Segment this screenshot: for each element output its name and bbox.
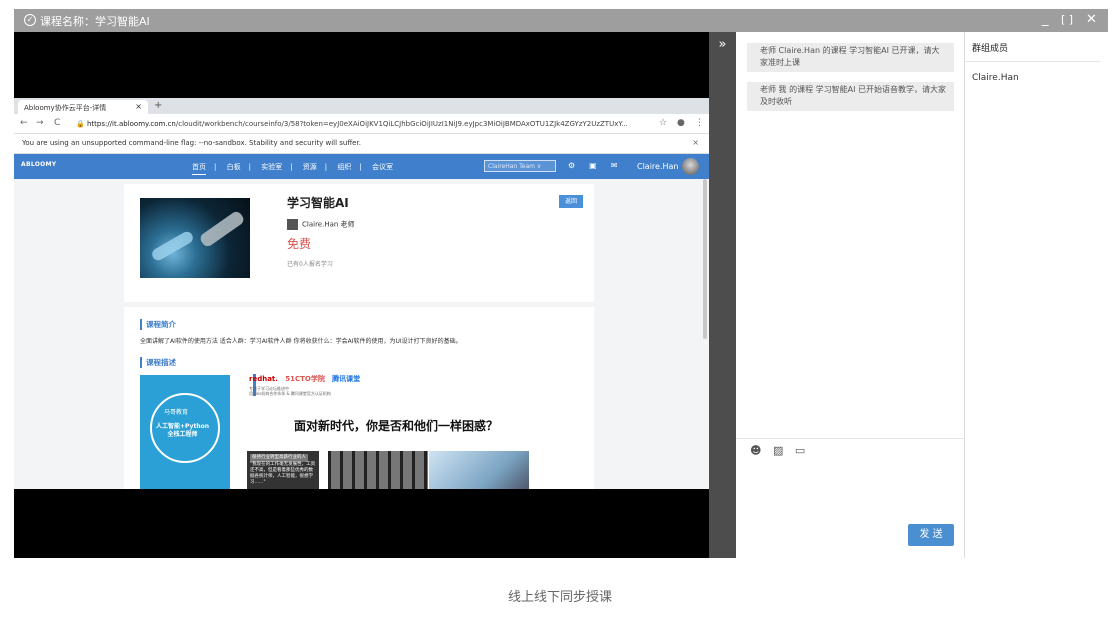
- shared-browser-screenshot: Abloomy协作云平台-详情 × + ← → C 🔒 https://it.a…: [14, 98, 709, 489]
- maximize-button[interactable]: [ ]: [1061, 13, 1073, 26]
- nav-icons: ⚙ ▣ ✉: [568, 161, 631, 170]
- double-chevron-right-icon: »: [718, 37, 727, 52]
- url-field[interactable]: 🔒 https://it.abloomy.com.cn/cloudit/work…: [76, 117, 656, 131]
- teacher-info: Claire.Han 老师: [287, 219, 355, 230]
- check-circle-icon: ✓: [24, 14, 36, 26]
- nav-separator: |: [214, 163, 217, 171]
- browser-tab[interactable]: Abloomy协作云平台-详情 ×: [18, 100, 148, 114]
- window-title: 课程名称：学习智能AI: [40, 15, 150, 28]
- nav-organization[interactable]: 组织: [337, 163, 351, 171]
- tencent-classroom-logo: 腾讯课堂: [332, 375, 361, 383]
- folder-icon[interactable]: ▭: [795, 444, 805, 457]
- classroom-window: ✓ 课程名称：学习智能AI _ [ ] ✕ Abloomy协作云平台-详情 × …: [14, 9, 1108, 558]
- minimize-button[interactable]: _: [1042, 12, 1049, 27]
- course-page: 学习智能AI 返回 Claire.Han 老师 免费 已有0人报名学习 课程简介…: [14, 179, 709, 489]
- quote-box: 很待行业转型高薪行业的人 "我现在的工作毫无发展性，工资还不高，但是看着那些优秀…: [247, 451, 319, 489]
- enrolled-count: 已有0人报名学习: [287, 261, 333, 268]
- sidebar-toggle[interactable]: »: [709, 32, 736, 558]
- poster-text: 人工智能+Python 全栈工程师: [156, 423, 209, 438]
- member-item[interactable]: Claire.Han: [972, 73, 1019, 83]
- course-header-card: 学习智能AI 返回 Claire.Han 老师 免费 已有0人报名学习: [124, 184, 594, 302]
- nav-separator: |: [324, 163, 328, 171]
- browser-tab-bar: Abloomy协作云平台-详情 × +: [14, 98, 709, 114]
- menu-icon[interactable]: ⋮: [695, 118, 704, 128]
- settings-icon[interactable]: ⚙: [568, 161, 575, 170]
- nav-whiteboard[interactable]: 白板: [227, 163, 241, 171]
- close-button[interactable]: ✕: [1086, 12, 1097, 27]
- doc-icon[interactable]: ▣: [589, 161, 597, 170]
- warning-infobar: You are using an unsupported command-lin…: [14, 134, 709, 154]
- members-panel: 群组成员 Claire.Han: [965, 32, 1108, 558]
- partner-logos: redhat. 51CTO学院 腾讯课堂: [249, 374, 360, 384]
- redhat-logo: redhat.: [249, 375, 278, 383]
- poster-logo: 马哥教育: [164, 409, 189, 416]
- forward-icon[interactable]: →: [36, 118, 44, 128]
- caption: 线上线下同步授课: [507, 590, 612, 605]
- back-button[interactable]: 返回: [559, 195, 583, 208]
- warning-text: You are using an unsupported command-lin…: [22, 139, 361, 147]
- quote-label: 很待行业转型高薪行业的人: [250, 454, 308, 462]
- mail-icon[interactable]: ✉: [611, 161, 618, 170]
- chat-message: 老师 我 的课程 学习智能AI 已开始语音教学，请大家及时收听: [747, 82, 954, 111]
- address-bar: ← → C 🔒 https://it.abloomy.com.cn/cloudi…: [14, 114, 709, 134]
- banner-photo-2: [429, 451, 529, 489]
- course-cover-image: [140, 198, 250, 278]
- nav-home[interactable]: 首页: [192, 163, 206, 175]
- nav-resources[interactable]: 资源: [303, 163, 317, 171]
- back-icon[interactable]: ←: [20, 118, 28, 128]
- team-select[interactable]: ClaireHan Team ∨: [484, 160, 556, 172]
- nav-separator: |: [290, 163, 293, 171]
- tab-title: Abloomy协作云平台-详情: [24, 104, 107, 112]
- chat-toolbar: ☻ ▨ ▭: [750, 444, 813, 457]
- new-tab-button[interactable]: +: [154, 100, 162, 111]
- chat-panel: 老师 Claire.Han 的课程 学习智能AI 已开课，请大家准时上课 老师 …: [736, 32, 965, 558]
- nav-meeting-room[interactable]: 会议室: [372, 163, 393, 171]
- avatar[interactable]: [682, 158, 699, 175]
- chat-message: 老师 Claire.Han 的课程 学习智能AI 已开课，请大家准时上课: [747, 43, 954, 72]
- tab-close-icon[interactable]: ×: [135, 102, 142, 111]
- title-bar: ✓ 课程名称：学习智能AI _ [ ] ✕: [14, 9, 1108, 32]
- teacher-avatar: [287, 219, 298, 230]
- site-navbar: ABLOOMY 首页 | 白板 | 实验室 | 资源 | 组织 | 会议室 ClaireH…: [14, 154, 709, 179]
- star-icon[interactable]: ☆: [659, 118, 667, 128]
- nav-separator: |: [248, 163, 251, 171]
- nav-separator: |: [359, 163, 362, 171]
- 51cto-logo: 51CTO学院: [285, 375, 325, 383]
- teacher-name: Claire.Han 老师: [302, 220, 355, 229]
- banner-headline: 面对新时代，你是否和他们一样困惑？: [294, 419, 499, 433]
- course-price: 免费: [287, 237, 312, 251]
- smile-icon[interactable]: ☻: [750, 444, 761, 457]
- warning-close-icon[interactable]: ×: [692, 138, 699, 147]
- intro-text: 全面讲解了AI软件的使用方法 适合人群：学习AI软件人群 你将收获什么：学会AI…: [140, 338, 462, 345]
- profile-icon[interactable]: ●: [677, 118, 685, 128]
- partner-subtitle: 专属于学习论坛推进中 用ides机构合作伙伴 & 腾讯课堂官方认证机构: [249, 386, 331, 396]
- url-path: /cloudit/workbench/courseinfo/3/58?token…: [175, 120, 628, 128]
- banner-photo-1: [328, 451, 428, 489]
- course-detail-card: 课程简介 全面讲解了AI软件的使用方法 适合人群：学习AI软件人群 你将收获什么…: [124, 307, 594, 489]
- site-username[interactable]: Claire.Han: [637, 162, 679, 171]
- site-nav-items: 首页 | 白板 | 实验室 | 资源 | 组织 | 会议室: [192, 162, 401, 175]
- site-logo: ABLOOMY: [21, 161, 57, 168]
- team-select-value: ClaireHan Team: [488, 163, 535, 170]
- quote-text: "我现在的工作毫无发展性，工资还不高，但是看着那些优秀的数据各统计师，人工智能，…: [250, 462, 316, 485]
- page-scrollbar[interactable]: [703, 179, 707, 339]
- screen-share-area: Abloomy协作云平台-详情 × + ← → C 🔒 https://it.a…: [14, 32, 709, 558]
- course-poster: 马哥教育 人工智能+Python 全栈工程师: [140, 375, 230, 489]
- desc-heading: 课程描述: [140, 357, 176, 368]
- course-title: 学习智能AI: [287, 196, 349, 210]
- intro-heading: 课程简介: [140, 319, 176, 330]
- nav-lab[interactable]: 实验室: [261, 163, 282, 171]
- members-title: 群组成员: [972, 44, 1009, 54]
- send-button[interactable]: 发 送: [908, 524, 954, 546]
- image-icon[interactable]: ▨: [773, 444, 783, 457]
- course-banner: redhat. 51CTO学院 腾讯课堂 专属于学习论坛推进中 用ides机构合…: [239, 372, 539, 489]
- reload-icon[interactable]: C: [54, 118, 60, 128]
- url-host: https://it.abloomy.com.cn: [86, 120, 176, 128]
